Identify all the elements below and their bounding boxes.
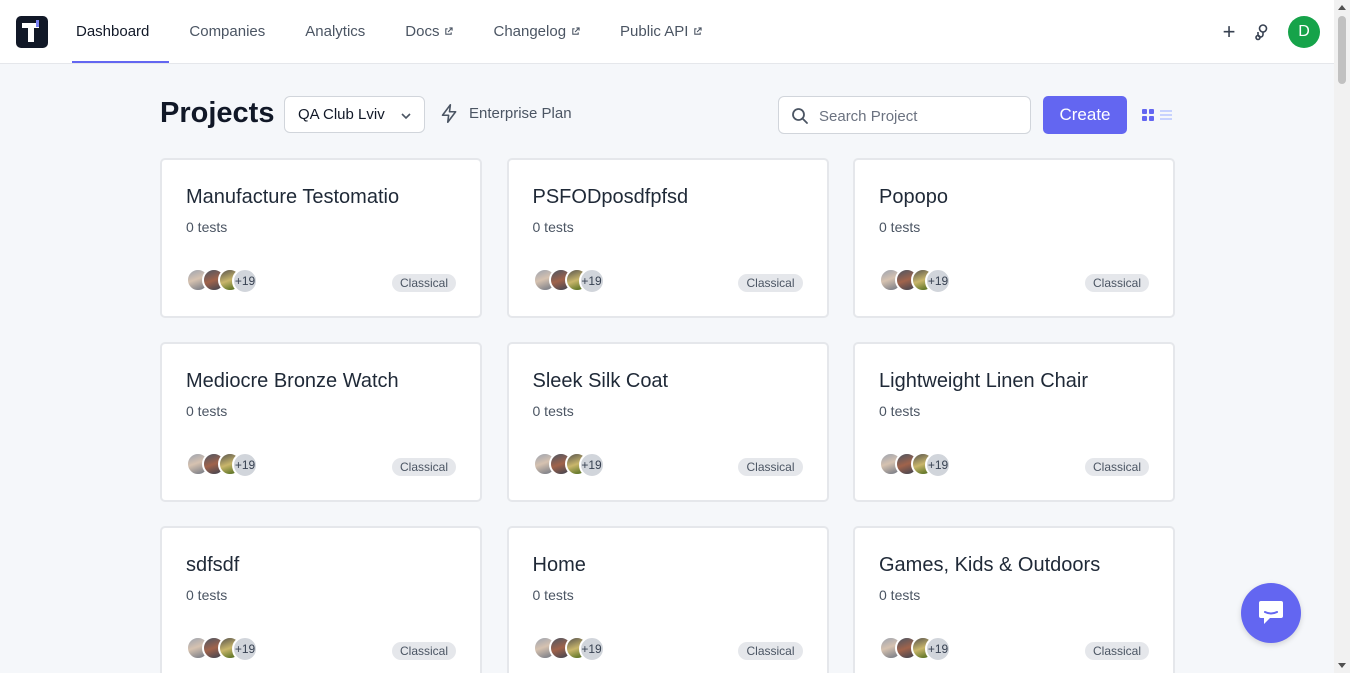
- project-type-badge: Classical: [1084, 274, 1149, 292]
- project-test-count: 0 tests: [879, 219, 921, 235]
- nav-analytics[interactable]: Analytics: [285, 0, 385, 63]
- project-card[interactable]: Mediocre Bronze Watch 0 tests +19 Classi…: [160, 342, 482, 502]
- project-type-badge: Classical: [391, 642, 456, 660]
- project-title: Sleek Silk Coat: [532, 370, 669, 392]
- nav-public-api[interactable]: Public API: [600, 0, 722, 63]
- project-type-badge: Classical: [391, 458, 456, 476]
- member-avatars: +19: [879, 452, 959, 478]
- chat-support-button[interactable]: [1241, 583, 1301, 643]
- page-title: Projects: [160, 97, 275, 129]
- member-avatars: +19: [879, 268, 959, 294]
- more-members-count: +19: [925, 636, 951, 662]
- list-view-icon[interactable]: [1160, 109, 1172, 121]
- member-avatars: +19: [532, 268, 613, 294]
- project-test-count: 0 tests: [186, 587, 228, 603]
- create-button[interactable]: Create: [1043, 96, 1127, 134]
- external-link-icon: [572, 27, 580, 35]
- scroll-down-arrow-icon[interactable]: [1338, 663, 1346, 668]
- main-nav: Dashboard Companies Analytics Docs Chang…: [56, 0, 722, 63]
- more-members-count: +19: [232, 636, 258, 662]
- more-members-count: +19: [232, 452, 258, 478]
- project-test-count: 0 tests: [879, 587, 921, 603]
- project-type-badge: Classical: [1084, 642, 1149, 660]
- project-type-badge: Classical: [1084, 458, 1149, 476]
- projects-grid: Manufacture Testomatio 0 tests +19 Class…: [160, 158, 1175, 673]
- nav-dashboard[interactable]: Dashboard: [56, 0, 170, 63]
- lightning-icon: [441, 103, 457, 124]
- project-title: Popopo: [879, 186, 948, 208]
- search-input[interactable]: [819, 105, 1019, 127]
- project-title: Home: [532, 554, 586, 576]
- project-test-count: 0 tests: [532, 219, 574, 235]
- more-members-count: +19: [232, 268, 258, 294]
- project-card[interactable]: Manufacture Testomatio 0 tests +19 Class…: [160, 158, 482, 318]
- route-icon[interactable]: [1252, 22, 1272, 42]
- project-card[interactable]: Popopo 0 tests +19 Classical: [853, 158, 1175, 318]
- project-title: Lightweight Linen Chair: [879, 370, 1089, 392]
- project-test-count: 0 tests: [532, 587, 574, 603]
- plus-icon[interactable]: +: [1214, 16, 1244, 48]
- top-navigation: Dashboard Companies Analytics Docs Chang…: [0, 0, 1334, 64]
- external-link-icon: [445, 27, 454, 35]
- more-members-count: +19: [578, 636, 605, 662]
- nav-docs[interactable]: Docs: [385, 0, 473, 63]
- project-title: sdfsdf: [186, 554, 240, 576]
- project-type-badge: Classical: [391, 274, 456, 292]
- app-logo[interactable]: [16, 16, 48, 48]
- nav-changelog[interactable]: Changelog: [473, 0, 600, 63]
- grid-view-icon[interactable]: [1142, 109, 1154, 121]
- nav-companies[interactable]: Companies: [169, 0, 285, 63]
- more-members-count: +19: [578, 268, 605, 294]
- project-test-count: 0 tests: [186, 403, 228, 419]
- company-select[interactable]: QA Club Lviv: [284, 96, 425, 133]
- page-scrollbar[interactable]: [1334, 0, 1350, 673]
- project-card[interactable]: Home 0 tests +19 Classical: [506, 526, 829, 673]
- project-card[interactable]: Sleek Silk Coat 0 tests +19 Classical: [506, 342, 829, 502]
- more-members-count: +19: [925, 452, 951, 478]
- project-title: Manufacture Testomatio: [186, 186, 400, 208]
- project-test-count: 0 tests: [186, 219, 228, 235]
- search-box: [778, 96, 1031, 134]
- member-avatars: +19: [532, 452, 613, 478]
- member-avatars: +19: [532, 636, 613, 662]
- member-avatars: +19: [186, 268, 266, 294]
- search-icon: [792, 108, 808, 124]
- project-type-badge: Classical: [738, 458, 803, 476]
- chat-bubble-icon: [1259, 601, 1283, 624]
- user-avatar[interactable]: D: [1288, 16, 1320, 48]
- plan-indicator: Enterprise Plan: [439, 103, 572, 124]
- project-title: PSFODposdfpfsd: [532, 186, 689, 208]
- project-test-count: 0 tests: [532, 403, 574, 419]
- project-card[interactable]: Games, Kids & Outdoors 0 tests +19 Class…: [853, 526, 1175, 673]
- project-title: Mediocre Bronze Watch: [186, 370, 399, 392]
- project-test-count: 0 tests: [879, 403, 921, 419]
- nav-actions: + D: [1214, 16, 1320, 48]
- project-card[interactable]: PSFODposdfpfsd 0 tests +19 Classical: [506, 158, 829, 318]
- external-link-icon: [694, 27, 703, 35]
- project-type-badge: Classical: [738, 642, 803, 660]
- member-avatars: +19: [186, 636, 266, 662]
- scrollbar-thumb[interactable]: [1338, 16, 1346, 84]
- project-card[interactable]: sdfsdf 0 tests +19 Classical: [160, 526, 482, 673]
- more-members-count: +19: [578, 452, 605, 478]
- project-title: Games, Kids & Outdoors: [879, 554, 1101, 576]
- project-type-badge: Classical: [738, 274, 803, 292]
- chevron-down-icon: [401, 113, 411, 120]
- member-avatars: +19: [186, 452, 266, 478]
- member-avatars: +19: [879, 636, 959, 662]
- scroll-up-arrow-icon[interactable]: [1338, 5, 1346, 10]
- project-card[interactable]: Lightweight Linen Chair 0 tests +19 Clas…: [853, 342, 1175, 502]
- more-members-count: +19: [925, 268, 951, 294]
